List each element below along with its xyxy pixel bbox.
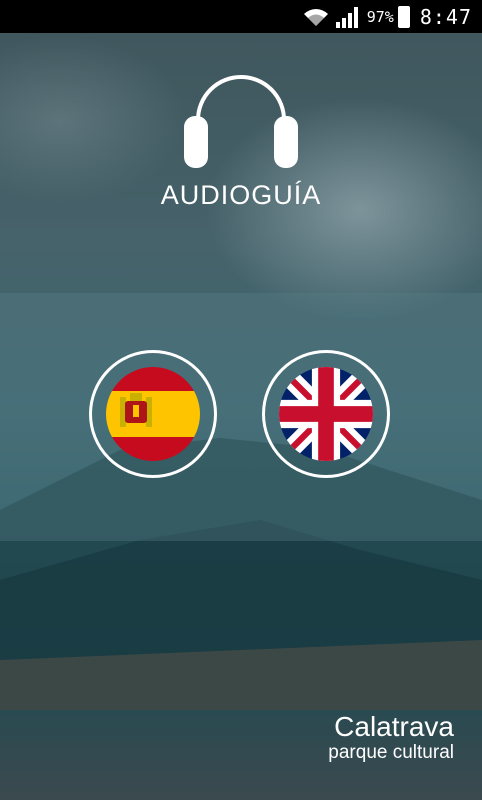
- brand-subtitle: parque cultural: [328, 742, 454, 763]
- status-bar: 97% 8:47: [0, 0, 482, 33]
- spanish-language-button[interactable]: [89, 350, 217, 478]
- brand-name: Calatrava: [334, 711, 454, 742]
- brand-logo: Calatrava parque cultural: [328, 712, 454, 764]
- battery-icon: [397, 5, 410, 28]
- uk-flag-icon: [279, 367, 373, 461]
- language-selector: [0, 293, 482, 541]
- spain-flag-icon: [106, 367, 200, 461]
- signal-icon: [335, 6, 361, 28]
- headphones-icon: [184, 75, 298, 168]
- page-title: AUDIOGUÍA: [160, 180, 322, 210]
- english-language-button[interactable]: [262, 350, 390, 478]
- wifi-icon: [303, 7, 329, 27]
- battery-percent: 97%: [366, 7, 394, 26]
- clock: 8:47: [419, 4, 472, 29]
